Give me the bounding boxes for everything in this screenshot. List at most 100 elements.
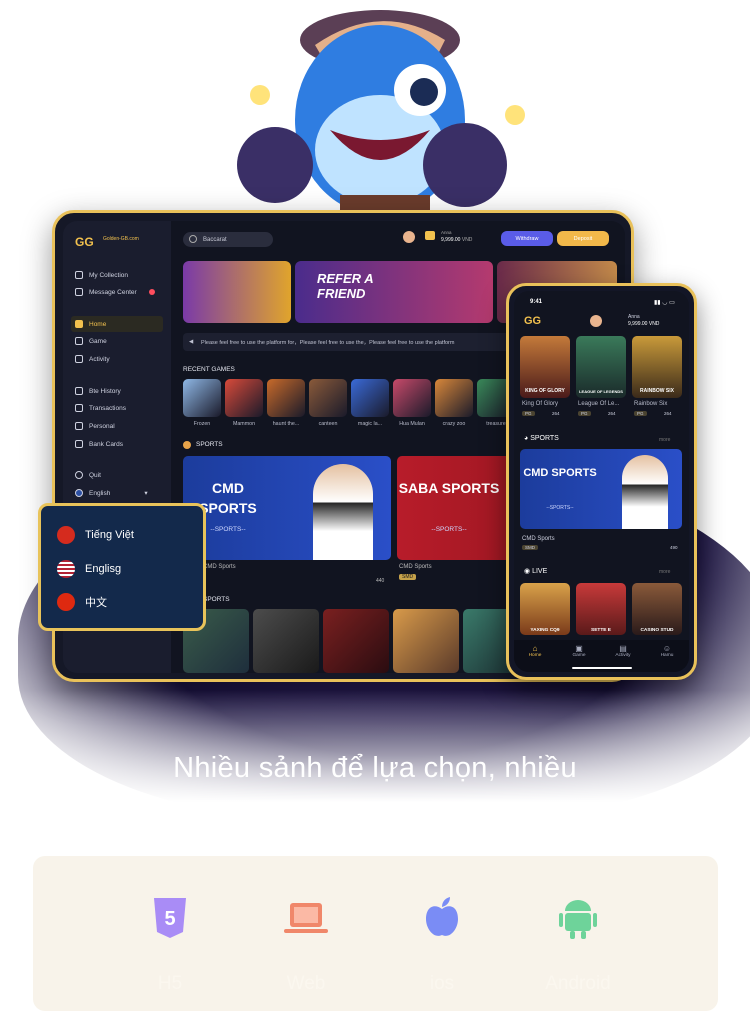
phone-frame: 9:41 ▮▮ ◡ ▭ GG Anna 9,999.00 VND KING OF… <box>506 283 697 680</box>
live-tile[interactable]: YAXING CQ9 <box>520 583 570 635</box>
megaphone-icon: ◀ <box>189 339 194 345</box>
language-option-chinese[interactable]: 中文 <box>57 593 107 611</box>
player-count: 264 <box>608 411 616 416</box>
more-link[interactable]: more <box>659 569 670 575</box>
language-option-english[interactable]: Englisg <box>57 560 121 578</box>
recent-game-tile[interactable] <box>435 379 473 417</box>
sidebar-item-label: Bte History <box>89 387 121 395</box>
game-tile-rainbow-six[interactable]: RAINBOW SIX <box>632 336 682 398</box>
provider-tag: SMD <box>399 574 417 580</box>
gamepad-icon <box>75 337 83 345</box>
nav-label: Game <box>572 653 586 658</box>
live-tile-title: YAXING CQ9 <box>530 628 560 633</box>
sidebar-item-bet-history[interactable]: Bte History <box>75 387 121 395</box>
nav-game[interactable]: ▣ Game <box>564 644 594 658</box>
language-menu: Tiếng Việt Englisg 中文 <box>38 503 206 631</box>
deposit-label: Deposit <box>573 235 593 242</box>
sidebar-item-label: My Collection <box>89 271 129 279</box>
notice-text: Please feel free to use the platform for… <box>201 340 455 346</box>
deposit-button[interactable]: Deposit <box>557 231 609 246</box>
language-label: Tiếng Việt <box>85 529 134 541</box>
game-caption: Rainbow Six <box>634 401 668 407</box>
sport-card-cmd[interactable]: CMD SPORTS --SPORTS-- <box>183 456 391 560</box>
phone-sports-heading: ◕ SPORTS <box>524 435 559 442</box>
brand-logo: GG <box>524 315 542 327</box>
sidebar-item-personal[interactable]: Personal <box>75 422 115 430</box>
nav-home[interactable]: ⌂ Home <box>520 644 550 658</box>
status-icons: ▮▮ ◡ ▭ <box>654 300 675 306</box>
home-indicator <box>572 667 632 669</box>
us-flag-icon <box>75 489 83 497</box>
sidebar-item-label: Bank Cards <box>89 440 123 448</box>
nav-activity[interactable]: ▤ Activity <box>608 644 638 658</box>
nav-label: Activity <box>615 653 631 658</box>
banner-slide-left[interactable] <box>183 261 291 323</box>
sidebar-item-activity[interactable]: Activity <box>75 355 110 363</box>
sport-caption: CMD Sports <box>522 536 555 542</box>
star-icon <box>75 271 83 279</box>
phone-sport-card-cmd[interactable]: CMD SPORTS --SPORTS-- <box>520 449 682 529</box>
live-tile[interactable]: CASINO STUD <box>632 583 682 635</box>
balance-display: 9,999.00 VND <box>628 321 659 327</box>
caret-down-icon: ▾ <box>144 490 148 497</box>
id-card-icon <box>75 422 83 430</box>
sidebar-item-game[interactable]: Game <box>75 337 107 345</box>
nav-label: Home <box>528 653 542 658</box>
game-tile-league-of-legends[interactable]: LEAGUE OF LEGENDS <box>576 336 626 398</box>
player-count: 264 <box>552 411 560 416</box>
esport-tile[interactable] <box>393 609 459 673</box>
recent-game-tile[interactable] <box>225 379 263 417</box>
vietnam-flag-icon <box>57 526 75 544</box>
sport-card-subtitle: --SPORTS-- <box>431 526 467 533</box>
sport-caption: CMD Sports <box>399 564 432 570</box>
sidebar-item-label: Message Center <box>89 288 137 296</box>
recent-game-caption: crazy zoo <box>442 421 466 427</box>
sport-player-count: 440 <box>376 578 385 584</box>
phone-bottom-nav: ⌂ Home ▣ Game ▤ Activity ☺ Hamu <box>514 640 689 672</box>
game-tile-title: KING OF GLORY <box>525 388 565 394</box>
platform-label-h5: H5 <box>157 973 183 994</box>
banner-title: REFER A FRIEND <box>317 271 374 301</box>
user-icon: ☺ <box>662 644 672 653</box>
phone-live-heading: ◉ LIVE <box>524 568 548 575</box>
game-tile-king-of-glory[interactable]: KING OF GLORY <box>520 336 570 398</box>
live-tile-title: CASINO STUD <box>640 628 674 633</box>
nav-profile[interactable]: ☺ Hamu <box>652 644 682 658</box>
sidebar-item-quit[interactable]: Quit <box>75 471 101 479</box>
phone-screen: 9:41 ▮▮ ◡ ▭ GG Anna 9,999.00 VND KING OF… <box>514 291 689 672</box>
esport-tile[interactable] <box>253 609 319 673</box>
sidebar-item-message-center[interactable]: Message Center <box>75 288 155 296</box>
avatar[interactable] <box>403 231 415 243</box>
avatar[interactable] <box>590 315 602 327</box>
recent-game-caption: Frozen <box>193 421 211 427</box>
sidebar-item-label: Transactions <box>89 404 126 412</box>
status-time: 9:41 <box>530 299 543 305</box>
recent-game-tile[interactable] <box>309 379 347 417</box>
platform-panel: 5 H5 Web ios Android <box>33 856 718 1011</box>
sports-heading: SPORTS <box>183 441 223 449</box>
esport-tile[interactable] <box>323 609 389 673</box>
recent-game-tile[interactable] <box>267 379 305 417</box>
sidebar-item-my-collection[interactable]: My Collection <box>75 271 128 279</box>
sidebar-item-home[interactable]: Home <box>75 320 106 328</box>
language-option-vietnamese[interactable]: Tiếng Việt <box>57 526 134 544</box>
recent-game-tile[interactable] <box>351 379 389 417</box>
search-input[interactable]: Baccarat <box>183 232 273 247</box>
sports-title: SPORTS <box>530 435 559 442</box>
withdraw-label: Withdraw <box>515 235 539 242</box>
sidebar-item-bank-cards[interactable]: Bank Cards <box>75 440 123 448</box>
sidebar-item-transactions[interactable]: Transactions <box>75 404 126 412</box>
player-photo <box>622 455 668 529</box>
banner-refer-a-friend[interactable]: REFER A FRIEND <box>295 261 493 323</box>
china-flag-icon <box>57 593 75 611</box>
balance-value: 9,999.00 <box>628 321 648 327</box>
withdraw-button[interactable]: Withdraw <box>501 231 553 246</box>
more-link[interactable]: more <box>659 437 670 443</box>
live-tile[interactable]: SETTE E <box>576 583 626 635</box>
sidebar-language-select[interactable]: English ▾ <box>75 489 148 497</box>
platform-label-ios: ios <box>429 973 455 994</box>
currency: VND <box>648 321 660 327</box>
laptop-icon <box>281 894 331 942</box>
recent-game-tile[interactable] <box>183 379 221 417</box>
recent-game-tile[interactable] <box>393 379 431 417</box>
